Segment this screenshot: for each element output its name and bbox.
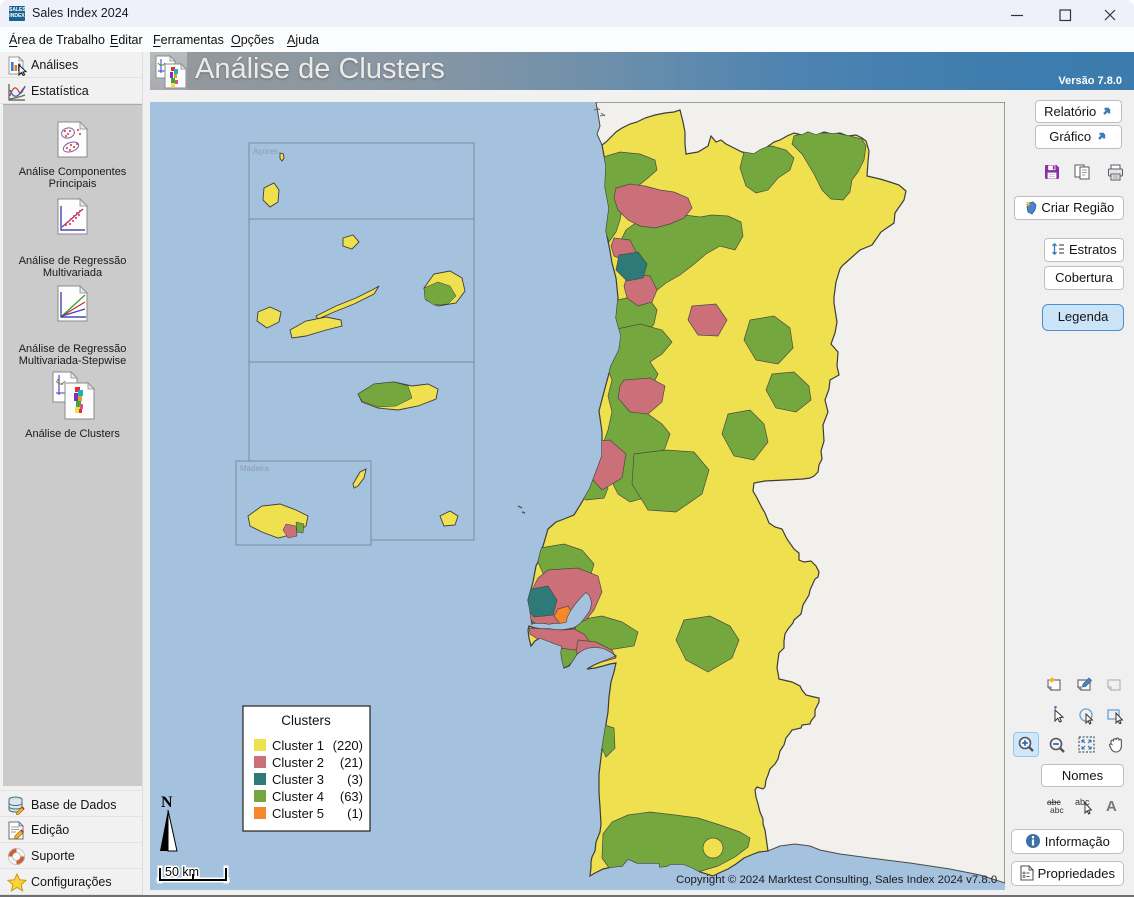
svg-text:Cluster 5: Cluster 5 xyxy=(272,806,324,821)
svg-text:Cluster 1: Cluster 1 xyxy=(272,738,324,753)
svg-text:(3): (3) xyxy=(347,772,363,787)
svg-text:(21): (21) xyxy=(340,755,363,770)
svg-text:Madeira: Madeira xyxy=(240,464,269,473)
svg-text:Cluster 4: Cluster 4 xyxy=(272,789,324,804)
svg-text:Clusters: Clusters xyxy=(281,713,331,728)
svg-text:abc: abc xyxy=(1050,805,1064,815)
svg-text:Cluster 3: Cluster 3 xyxy=(272,772,324,787)
svg-text:N: N xyxy=(161,794,173,811)
svg-text:(63): (63) xyxy=(340,789,363,804)
svg-text:(220): (220) xyxy=(333,738,363,753)
svg-text:(1): (1) xyxy=(347,806,363,821)
svg-text:Açores: Açores xyxy=(253,147,278,156)
svg-text:Copyright © 2024 Marktest Cons: Copyright © 2024 Marktest Consulting, Sa… xyxy=(676,874,997,886)
svg-text:Cluster 2: Cluster 2 xyxy=(272,755,324,770)
